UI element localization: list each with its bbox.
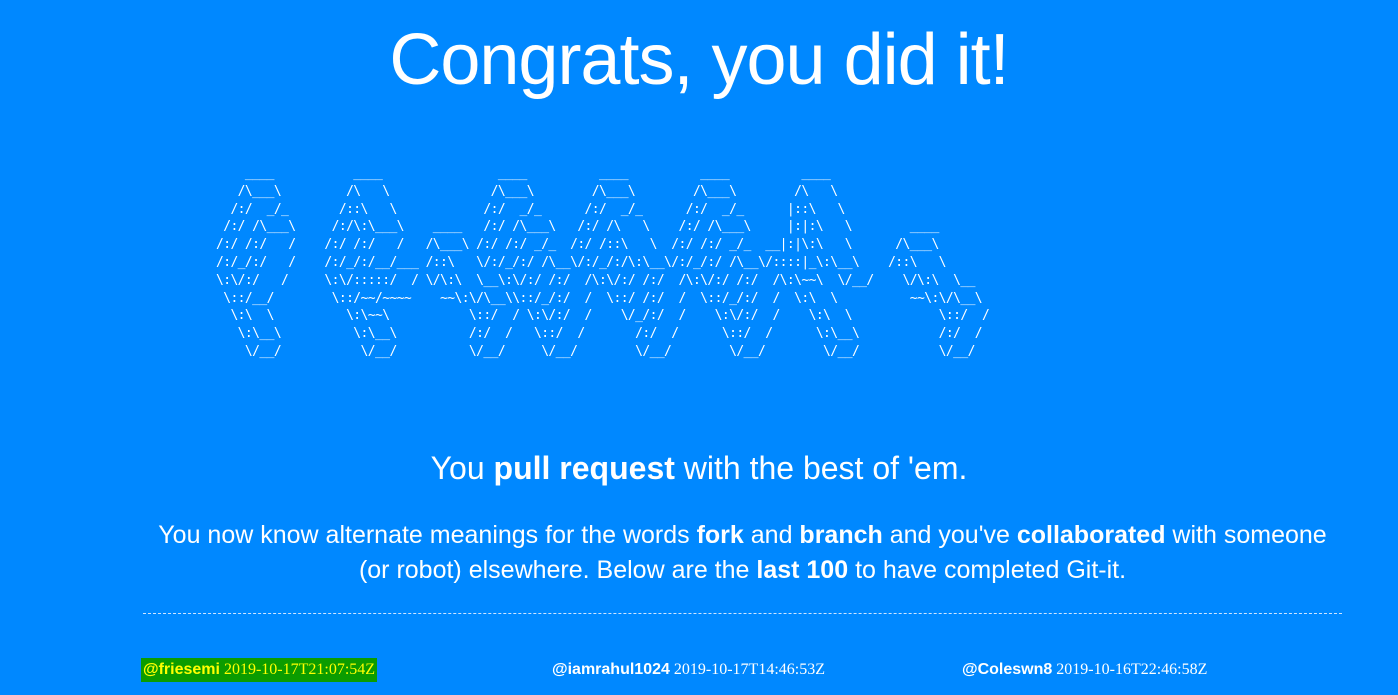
description-bold-collaborated: collaborated — [1016, 521, 1166, 549]
ascii-art-logo: ____ ____ ____ ____ ____ ____ /\___\ /\ … — [216, 166, 990, 359]
description-part-2: and — [743, 521, 800, 549]
tagline-bold: pull request — [493, 450, 675, 486]
description: You now know alternate meanings for the … — [150, 518, 1335, 588]
completer-entry: @Coleswn8 2019-10-16T22:46:58Z — [962, 658, 1207, 682]
tagline-prefix: You — [430, 450, 494, 486]
description-part-5: to have completed Git-it. — [848, 556, 1127, 584]
completer-timestamp: 2019-10-17T21:07:54Z — [223, 661, 376, 678]
completer-entry: @iamrahul1024 2019-10-17T14:46:53Z — [552, 658, 825, 682]
completer-username[interactable]: @Coleswn8 — [962, 661, 1052, 678]
tagline-suffix: with the best of 'em. — [674, 450, 968, 486]
description-part-3: and you've — [882, 521, 1017, 549]
description-bold-fork: fork — [696, 521, 744, 549]
completer-entry: @friesemi 2019-10-17T21:07:54Z — [141, 658, 378, 682]
completer-username[interactable]: @iamrahul1024 — [552, 661, 670, 678]
completer-timestamp: 2019-10-17T14:46:53Z — [673, 661, 825, 678]
completers-list: @friesemi 2019-10-17T21:07:54Z @iamrahul… — [0, 658, 1398, 682]
completer-timestamp: 2019-10-16T22:46:58Z — [1056, 661, 1208, 678]
tagline: You pull request with the best of 'em. — [0, 446, 1398, 490]
description-bold-last-100: last 100 — [756, 556, 849, 584]
description-bold-branch: branch — [799, 521, 883, 549]
dashed-divider — [143, 613, 1342, 614]
description-part-1: You now know alternate meanings for the … — [158, 521, 697, 549]
completer-username[interactable]: @friesemi — [143, 661, 220, 678]
page-title: Congrats, you did it! — [389, 20, 1009, 100]
